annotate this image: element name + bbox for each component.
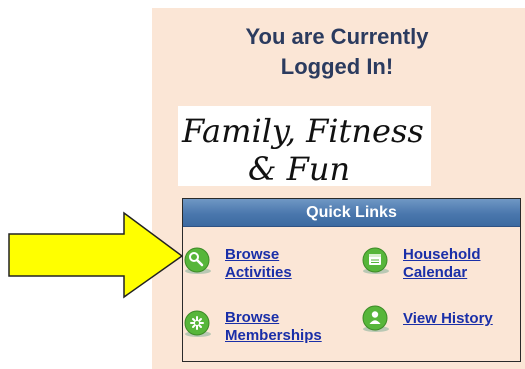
membership-icon (184, 310, 211, 337)
quick-links-header: Quick Links (183, 199, 520, 227)
quick-link-browse-memberships[interactable]: Browse Memberships (183, 309, 322, 345)
quick-link-view-history[interactable]: View History (361, 304, 493, 334)
calendar-icon (362, 247, 389, 274)
search-icon (184, 247, 211, 274)
tagline-image: Family, Fitness & Fun (181, 112, 424, 188)
login-status-line2: Logged In! (280, 54, 394, 79)
view-history-link[interactable]: View History (403, 310, 493, 328)
login-status-line1: You are Currently (245, 24, 429, 49)
quick-link-browse-activities[interactable]: Browse Activities (183, 246, 292, 282)
household-calendar-link[interactable]: Household Calendar (403, 246, 481, 282)
yellow-arrow-icon (8, 211, 184, 299)
login-status-heading: You are Currently Logged In! (193, 22, 481, 82)
tagline-line1: Family, Fitness (181, 112, 424, 150)
page: You are Currently Logged In! Family, Fit… (0, 0, 525, 369)
quick-link-household-calendar[interactable]: Household Calendar (361, 246, 481, 282)
browse-activities-link[interactable]: Browse Activities (225, 246, 292, 282)
browse-memberships-link[interactable]: Browse Memberships (225, 309, 322, 345)
quick-links-box: Quick Links Browse Activities Household … (182, 198, 521, 362)
user-icon (362, 305, 389, 332)
tagline-line2: & Fun (248, 150, 350, 188)
